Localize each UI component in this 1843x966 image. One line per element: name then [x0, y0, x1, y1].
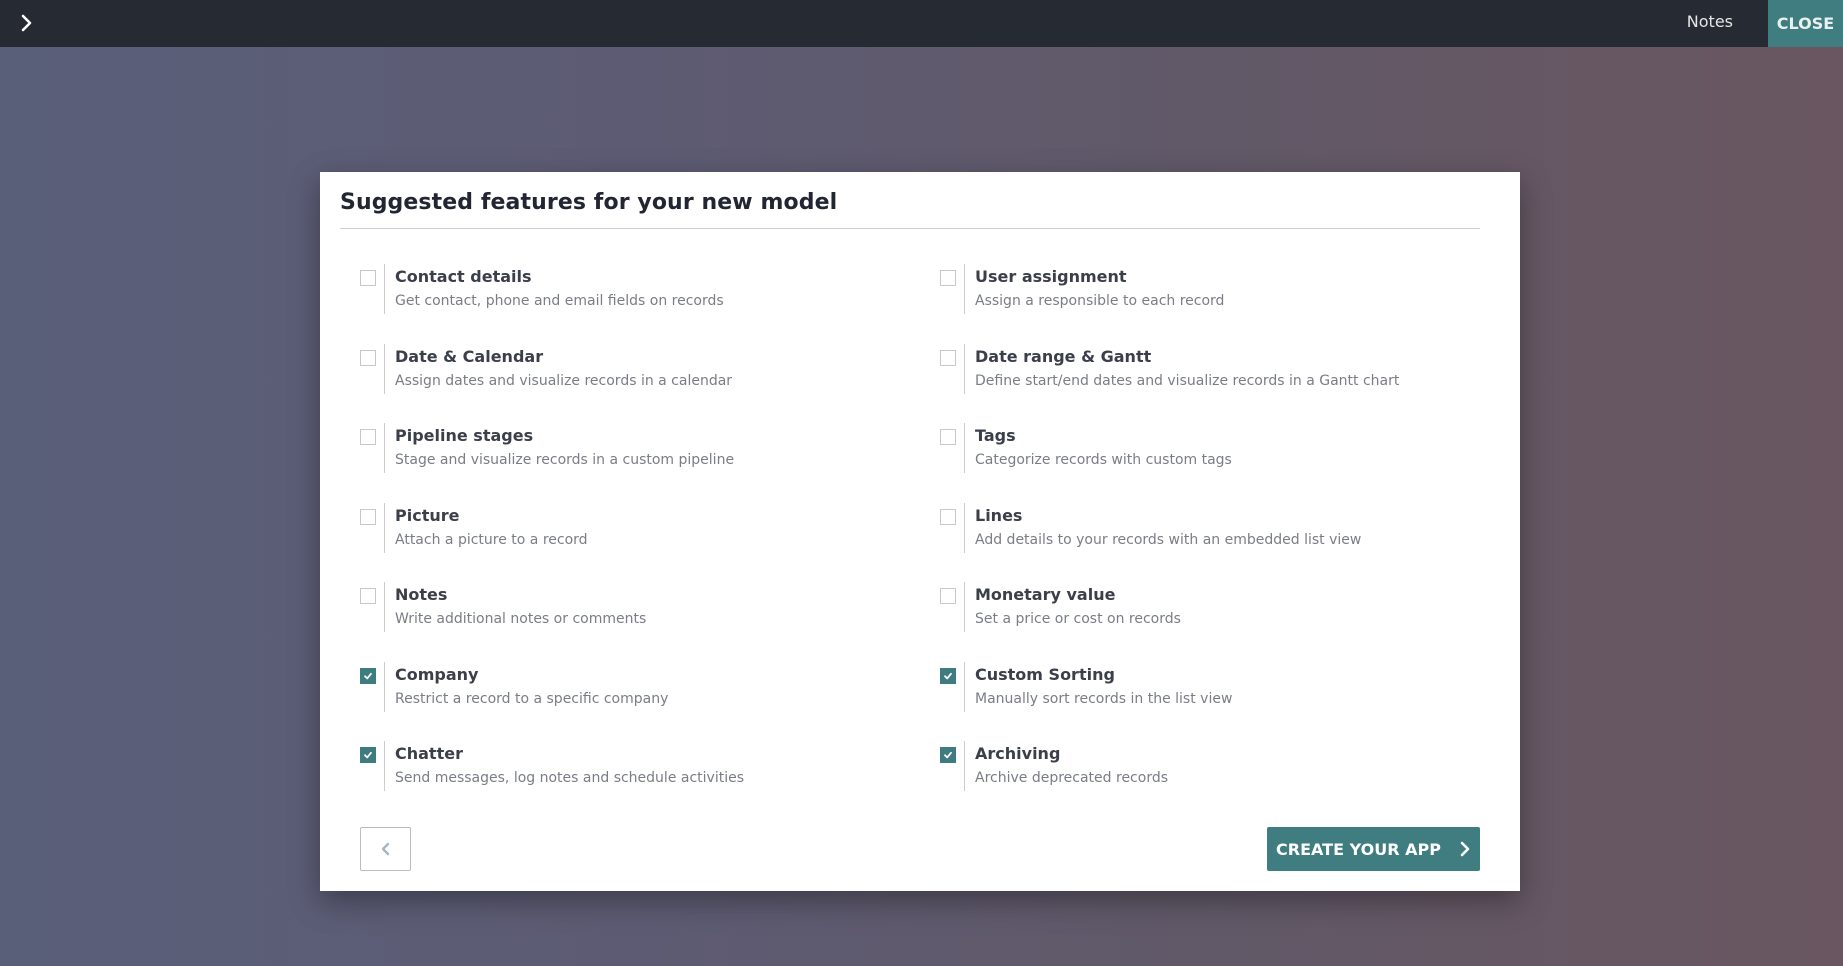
feature-divider: [384, 423, 385, 473]
feature-description: Send messages, log notes and schedule ac…: [395, 770, 744, 786]
feature-title: User assignment: [975, 267, 1127, 286]
feature-divider: [384, 264, 385, 314]
feature-title: Chatter: [395, 744, 463, 763]
feature-checkbox[interactable]: [940, 429, 956, 445]
feature-description: Define start/end dates and visualize rec…: [975, 372, 1400, 389]
notes-link[interactable]: Notes: [1687, 0, 1733, 47]
feature-title: Monetary value: [975, 585, 1116, 604]
feature-description: Get contact, phone and email fields on r…: [395, 293, 724, 309]
feature-checkbox[interactable]: [940, 349, 956, 366]
feature-description: Categorize records with custom tags: [975, 452, 1232, 468]
feature-checkbox[interactable]: [940, 588, 956, 604]
feature-title: Company: [395, 664, 479, 684]
feature-title: Lines: [975, 505, 1023, 525]
checkmark-icon: [364, 751, 372, 759]
checkmark-icon: [364, 672, 372, 679]
feature-item[interactable]: Contact details Get contact, phone and em…: [360, 264, 920, 319]
feature-title: Archiving: [975, 744, 1061, 763]
feature-checkbox[interactable]: [360, 508, 376, 525]
chevron-left-icon: [381, 842, 389, 856]
feature-checkbox[interactable]: [940, 747, 956, 763]
feature-description: Archive deprecated records: [975, 770, 1169, 786]
feature-checkbox[interactable]: [360, 667, 376, 684]
back-button[interactable]: [360, 827, 411, 871]
chevron-right-icon: [1460, 841, 1470, 857]
top-bar: Notes CLOSE: [0, 0, 1843, 47]
feature-title: Date & Calendar: [395, 346, 544, 366]
sidebar-toggle-button[interactable]: [12, 8, 42, 38]
checkmark-icon: [944, 751, 952, 759]
feature-divider: [964, 423, 965, 473]
feature-description: Attach a picture to a record: [395, 531, 588, 548]
checkmark-icon: [944, 672, 952, 679]
feature-checkbox[interactable]: [940, 270, 956, 286]
feature-item[interactable]: Custom Sorting Manually sort records in t…: [940, 661, 1500, 717]
feature-divider: [384, 343, 385, 394]
feature-divider: [384, 502, 385, 553]
feature-checkbox[interactable]: [940, 508, 956, 525]
feature-item[interactable]: Archiving Archive deprecated records: [940, 741, 1500, 796]
feature-divider: [964, 661, 965, 712]
feature-description: Write additional notes or comments: [395, 611, 647, 627]
feature-title: Pipeline stages: [395, 426, 534, 445]
feature-checkbox[interactable]: [360, 349, 376, 366]
feature-divider: [964, 502, 965, 553]
create-your-app-label: CREATE YOUR APP: [1276, 839, 1441, 859]
feature-title: Picture: [395, 505, 460, 525]
feature-divider: [964, 582, 965, 632]
feature-description: Manually sort records in the list view: [975, 690, 1233, 707]
feature-title: Date range & Gantt: [975, 346, 1152, 366]
feature-checkbox[interactable]: [360, 588, 376, 604]
feature-divider: [964, 264, 965, 314]
close-button[interactable]: CLOSE: [1768, 0, 1843, 47]
feature-title: Notes: [395, 585, 448, 604]
feature-item[interactable]: Date range & Gantt Define start/end dates…: [940, 343, 1500, 399]
feature-item[interactable]: User assignment Assign a responsible to e…: [940, 264, 1500, 319]
feature-checkbox[interactable]: [940, 667, 956, 684]
feature-description: Stage and visualize records in a custom …: [395, 452, 735, 468]
feature-title: Custom Sorting: [975, 664, 1115, 684]
feature-item[interactable]: Pipeline stages Stage and visualize recor…: [360, 423, 920, 478]
feature-checkbox[interactable]: [360, 747, 376, 763]
feature-divider: [384, 582, 385, 632]
feature-divider: [964, 343, 965, 394]
suggested-features-dialog: Suggested features for your new model Co…: [320, 172, 1520, 891]
feature-item[interactable]: Date & Calendar Assign dates and visualiz…: [360, 343, 920, 399]
feature-description: Set a price or cost on records: [975, 611, 1181, 627]
feature-item[interactable]: Notes Write additional notes or comments: [360, 582, 920, 637]
title-divider: [340, 228, 1480, 229]
feature-divider: [384, 741, 385, 791]
feature-description: Assign dates and visualize records in a …: [395, 372, 733, 389]
feature-description: Assign a responsible to each record: [975, 293, 1225, 309]
dialog-title: Suggested features for your new model: [340, 190, 838, 215]
feature-item[interactable]: Lines Add details to your records with an…: [940, 502, 1500, 558]
feature-title: Contact details: [395, 267, 532, 286]
feature-item[interactable]: Company Restrict a record to a specific c…: [360, 661, 920, 717]
feature-item[interactable]: Tags Categorize records with custom tags: [940, 423, 1500, 478]
feature-checkbox[interactable]: [360, 429, 376, 445]
feature-item[interactable]: Picture Attach a picture to a record: [360, 502, 920, 558]
chevron-right-icon: [21, 14, 32, 32]
create-your-app-button[interactable]: CREATE YOUR APP: [1267, 827, 1480, 871]
feature-divider: [964, 741, 965, 791]
feature-title: Tags: [975, 426, 1016, 445]
feature-item[interactable]: Chatter Send messages, log notes and sche…: [360, 741, 920, 796]
feature-description: Restrict a record to a specific company: [395, 690, 669, 707]
feature-divider: [384, 661, 385, 712]
feature-item[interactable]: Monetary value Set a price or cost on rec…: [940, 582, 1500, 637]
feature-checkbox[interactable]: [360, 270, 376, 286]
feature-description: Add details to your records with an embe…: [975, 531, 1362, 548]
